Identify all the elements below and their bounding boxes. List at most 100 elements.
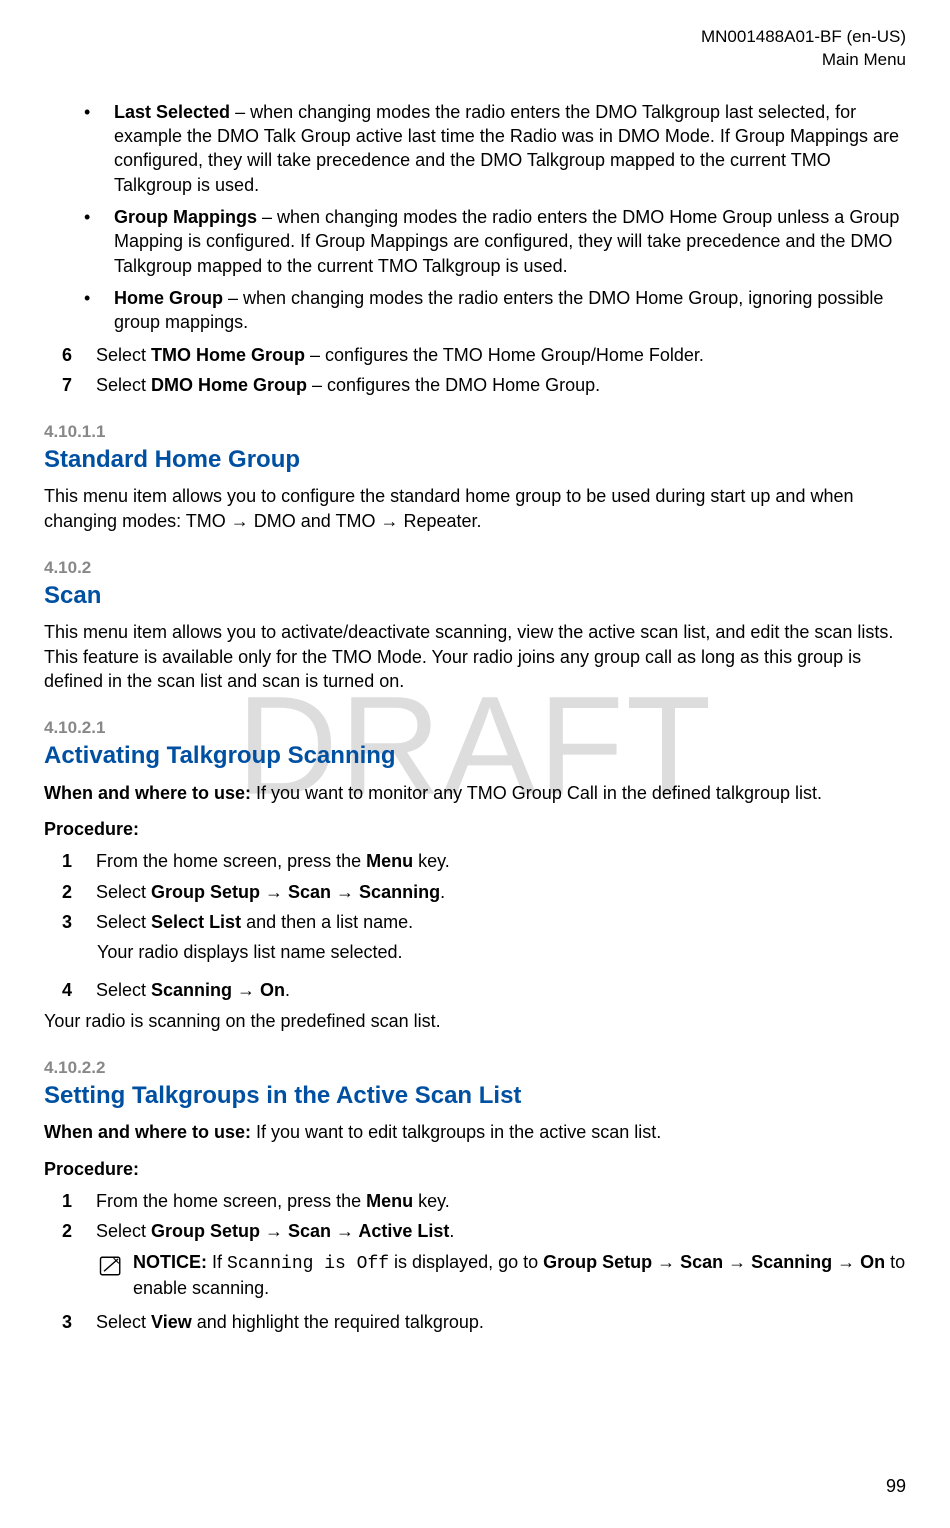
step-number: 3 [62, 1310, 96, 1334]
section-title: Activating Talkgroup Scanning [44, 740, 906, 772]
step-b: Scanning → On [151, 980, 285, 1000]
notice-a: If [207, 1252, 227, 1272]
step-text: From the home screen, press the Menu key… [96, 1189, 450, 1213]
step-item: 1 From the home screen, press the Menu k… [62, 849, 906, 873]
step-number: 2 [62, 880, 96, 904]
section-number: 4.10.1.1 [44, 421, 906, 444]
when-where: When and where to use: If you want to ed… [44, 1120, 906, 1144]
paragraph: This menu item allows you to configure t… [44, 484, 906, 533]
doc-section: Main Menu [44, 49, 906, 72]
bullet-text: Group Mappings – when changing modes the… [114, 205, 906, 278]
step-number: 2 [62, 1219, 96, 1243]
procedure-list: 4 Select Scanning → On. [62, 978, 906, 1002]
section-number: 4.10.2.2 [44, 1057, 906, 1080]
bullet-marker: • [84, 100, 114, 197]
notice-bold2: Group Setup → Scan → Scanning → On [543, 1252, 885, 1272]
step-result: Your radio displays list name selected. [97, 940, 906, 964]
bullet-marker: • [84, 205, 114, 278]
notice-icon [97, 1250, 133, 1286]
step-text: Select Group Setup → Scan → Scanning. [96, 880, 445, 904]
step-b: Group Setup → Scan → Scanning [151, 882, 440, 902]
bullet-term: Last Selected [114, 102, 230, 122]
step-number: 6 [62, 343, 96, 367]
notice-b: is displayed, go to [389, 1252, 543, 1272]
bullet-item: • Home Group – when changing modes the r… [84, 286, 906, 335]
procedure-label: Procedure: [44, 1157, 906, 1181]
doc-id: MN001488A01-BF (en-US) [44, 26, 906, 49]
paragraph: This menu item allows you to activate/de… [44, 620, 906, 693]
step-item: 3 Select View and highlight the required… [62, 1310, 906, 1334]
step-b: View [151, 1312, 192, 1332]
step-text: Select Select List and then a list name. [96, 910, 413, 934]
bullet-item: • Last Selected – when changing modes th… [84, 100, 906, 197]
section-number: 4.10.2 [44, 557, 906, 580]
notice-label: NOTICE: [133, 1252, 207, 1272]
bullet-list: • Last Selected – when changing modes th… [84, 100, 906, 335]
step-b: Group Setup → Scan → Active List [151, 1221, 449, 1241]
step-item: 2 Select Group Setup → Scan → Active Lis… [62, 1219, 906, 1243]
step-a: From the home screen, press the [96, 851, 366, 871]
bullet-marker: • [84, 286, 114, 335]
step-item: 1 From the home screen, press the Menu k… [62, 1189, 906, 1213]
procedure-label: Procedure: [44, 817, 906, 841]
step-c: . [449, 1221, 454, 1241]
section-title: Standard Home Group [44, 444, 906, 476]
procedure-list: 1 From the home screen, press the Menu k… [62, 849, 906, 934]
procedure-list: 1 From the home screen, press the Menu k… [62, 1189, 906, 1244]
step-a: Select [96, 1221, 151, 1241]
step-pre: Select [96, 345, 151, 365]
step-text: Select TMO Home Group – configures the T… [96, 343, 704, 367]
step-item: 3 Select Select List and then a list nam… [62, 910, 906, 934]
procedure-list: 3 Select View and highlight the required… [62, 1310, 906, 1334]
section-title: Setting Talkgroups in the Active Scan Li… [44, 1080, 906, 1112]
step-c: and highlight the required talkgroup. [192, 1312, 484, 1332]
step-c: key. [413, 1191, 450, 1211]
step-a: From the home screen, press the [96, 1191, 366, 1211]
step-b: Menu [366, 1191, 413, 1211]
step-pre: Select [96, 375, 151, 395]
when-label: When and where to use: [44, 1122, 251, 1142]
page-number: 99 [886, 1474, 906, 1498]
step-number: 1 [62, 1189, 96, 1213]
step-item: 2 Select Group Setup → Scan → Scanning. [62, 880, 906, 904]
step-rest: – configures the TMO Home Group/Home Fol… [305, 345, 704, 365]
bullet-text: Last Selected – when changing modes the … [114, 100, 906, 197]
step-c: and then a list name. [241, 912, 413, 932]
step-text: Select View and highlight the required t… [96, 1310, 484, 1334]
bullet-term: Group Mappings [114, 207, 257, 227]
step-item: 7 Select DMO Home Group – configures the… [62, 373, 906, 397]
step-number: 1 [62, 849, 96, 873]
step-text: From the home screen, press the Menu key… [96, 849, 450, 873]
bullet-rest: – when changing modes the radio enters t… [114, 288, 883, 332]
step-item: 6 Select TMO Home Group – configures the… [62, 343, 906, 367]
step-c: . [440, 882, 445, 902]
step-a: Select [96, 912, 151, 932]
page-content: MN001488A01-BF (en-US) Main Menu • Last … [44, 26, 906, 1334]
running-header: MN001488A01-BF (en-US) Main Menu [44, 26, 906, 72]
section-number: 4.10.2.1 [44, 717, 906, 740]
bullet-term: Home Group [114, 288, 223, 308]
step-number: 7 [62, 373, 96, 397]
notice-text: NOTICE: If Scanning is Off is displayed,… [133, 1250, 906, 1301]
bullet-text: Home Group – when changing modes the rad… [114, 286, 906, 335]
when-where: When and where to use: If you want to mo… [44, 781, 906, 805]
step-c: . [285, 980, 290, 1000]
when-body: If you want to monitor any TMO Group Cal… [251, 783, 822, 803]
step-b: Select List [151, 912, 241, 932]
step-number: 4 [62, 978, 96, 1002]
step-bold: DMO Home Group [151, 375, 307, 395]
when-label: When and where to use: [44, 783, 251, 803]
step-text: Select DMO Home Group – configures the D… [96, 373, 600, 397]
bullet-item: • Group Mappings – when changing modes t… [84, 205, 906, 278]
section-title: Scan [44, 580, 906, 612]
step-bold: TMO Home Group [151, 345, 305, 365]
notice-code: Scanning is Off [227, 1254, 389, 1274]
step-c: key. [413, 851, 450, 871]
notice-block: NOTICE: If Scanning is Off is displayed,… [97, 1250, 906, 1301]
step-a: Select [96, 1312, 151, 1332]
step-number: 3 [62, 910, 96, 934]
step-text: Select Scanning → On. [96, 978, 290, 1002]
when-body: If you want to edit talkgroups in the ac… [251, 1122, 661, 1142]
bullet-rest: – when changing modes the radio enters t… [114, 102, 899, 195]
step-b: Menu [366, 851, 413, 871]
